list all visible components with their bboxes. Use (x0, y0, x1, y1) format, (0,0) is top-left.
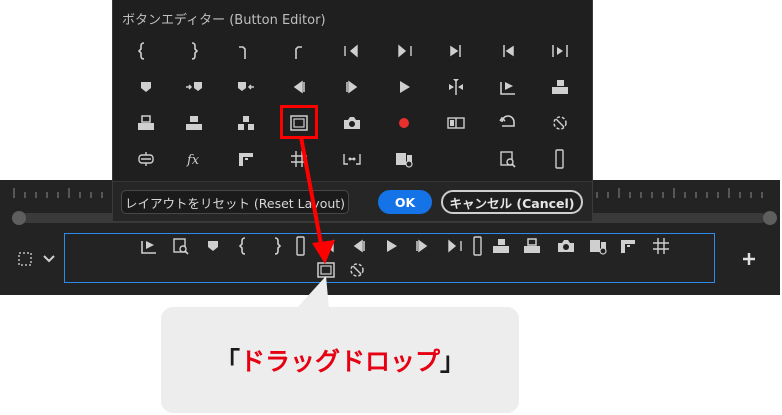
mark-in-icon[interactable] (135, 40, 157, 62)
ok-button[interactable]: OK (378, 190, 432, 214)
cancel-button[interactable]: キャンセル (Cancel) (441, 190, 583, 214)
frame-icon[interactable] (549, 148, 571, 170)
step-back-icon[interactable] (348, 235, 370, 257)
camera-icon[interactable] (555, 235, 577, 257)
go-to-in-icon[interactable] (341, 40, 363, 62)
grid-icon[interactable] (650, 235, 672, 257)
callout-bubble: 「ドラッグドロップ」 (161, 307, 519, 413)
go-to-next-marker-icon[interactable] (183, 76, 205, 98)
trim-icon[interactable] (341, 148, 363, 170)
chevron-down-icon[interactable] (38, 248, 60, 270)
go-to-previous-marker-icon[interactable] (235, 76, 257, 98)
overwrite-icon[interactable] (135, 112, 157, 134)
add-marker-icon[interactable] (202, 235, 224, 257)
empty-slot[interactable] (445, 148, 467, 170)
multi-camera-icon[interactable] (617, 235, 639, 257)
go-to-out-icon[interactable] (443, 235, 465, 257)
go-to-out-icon[interactable] (393, 40, 415, 62)
comparison-view-icon[interactable] (445, 112, 467, 134)
button-editor-dialog: ボタンエディター (Button Editor) レイアウトをリセット (Res… (112, 0, 593, 221)
multi-camera-icon[interactable] (235, 148, 257, 170)
camera-icon[interactable] (341, 112, 363, 134)
insert-icon[interactable] (549, 76, 571, 98)
play-icon[interactable] (393, 76, 415, 98)
step-back-icon[interactable] (288, 76, 310, 98)
step-forward-frame-icon[interactable] (445, 40, 467, 62)
zoom-icon[interactable] (170, 235, 192, 257)
grid-icon[interactable] (288, 148, 310, 170)
mark-out-icon[interactable] (266, 235, 288, 257)
mark-in-icon[interactable] (236, 235, 258, 257)
dialog-title: ボタンエディター (Button Editor) (122, 13, 326, 28)
zoom-scrollbar-start-handle[interactable] (12, 211, 26, 225)
vr-video-icon[interactable] (346, 259, 368, 281)
frame-icon[interactable] (467, 235, 489, 257)
safe-margins-icon[interactable] (315, 259, 337, 281)
proxy-toggle-icon[interactable] (135, 148, 157, 170)
frame-icon[interactable] (290, 235, 312, 257)
dialog-footer: レイアウトをリセット (Reset Layout) OK キャンセル (Canc… (113, 181, 592, 221)
callout-close-bracket: 」 (440, 347, 466, 376)
callout-open-bracket: 「 (214, 347, 240, 376)
callout-text: 「ドラッグドロップ」 (161, 307, 519, 413)
record-icon[interactable] (393, 112, 415, 134)
fx-icon[interactable]: fx (183, 148, 205, 170)
lift-icon[interactable] (183, 112, 205, 134)
overwrite-icon[interactable] (521, 235, 543, 257)
add-marker-icon[interactable] (135, 76, 157, 98)
step-forward-icon[interactable] (411, 235, 433, 257)
play-icon[interactable] (380, 235, 402, 257)
zoom-icon[interactable] (497, 148, 519, 170)
export-frame-icon[interactable] (138, 235, 160, 257)
selection-marquee-icon[interactable] (14, 248, 36, 270)
svg-text:fx: fx (186, 153, 200, 168)
transmit-icon[interactable] (587, 235, 609, 257)
transmit-icon[interactable] (393, 148, 415, 170)
export-frame-icon[interactable] (497, 76, 519, 98)
step-back-frame-icon[interactable] (497, 40, 519, 62)
mark-out-icon[interactable] (183, 40, 205, 62)
clear-in-icon[interactable] (235, 40, 257, 62)
insert-icon[interactable] (490, 235, 512, 257)
zoom-scrollbar-end-handle[interactable] (763, 211, 777, 225)
step-forward-icon[interactable] (341, 76, 363, 98)
go-to-in-icon[interactable] (317, 235, 339, 257)
highlight-box (280, 105, 318, 139)
extract-icon[interactable] (235, 112, 257, 134)
loop-icon[interactable] (497, 112, 519, 134)
vr-video-icon[interactable] (549, 112, 571, 134)
reset-layout-button[interactable]: レイアウトをリセット (Reset Layout) (121, 190, 349, 214)
play-in-to-out-icon[interactable] (549, 40, 571, 62)
shuttle-icon[interactable] (445, 76, 467, 98)
clear-out-icon[interactable] (288, 40, 310, 62)
callout-emphasis: ドラッグドロップ (239, 347, 440, 376)
add-button-icon[interactable] (738, 248, 760, 270)
